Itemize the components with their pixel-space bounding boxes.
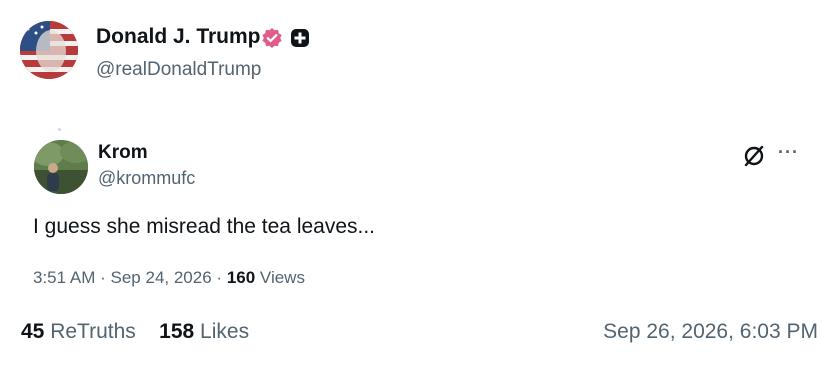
- reply-meta: 3:51 AM · Sep 24, 2026 · 160 Views: [33, 268, 305, 288]
- verified-badge-icon: [261, 27, 283, 49]
- post-stats: 45 ReTruths 158 Likes: [21, 320, 249, 344]
- divider-dot: [58, 128, 61, 131]
- more-options-icon[interactable]: ···: [778, 142, 799, 163]
- reply-avatar[interactable]: [34, 140, 88, 194]
- post-date[interactable]: Sep 26, 2026, 6:03 PM: [603, 320, 818, 344]
- no-sign-icon[interactable]: [741, 143, 767, 169]
- reply-date[interactable]: Sep 24, 2026: [111, 268, 212, 287]
- likes-label: Likes: [200, 320, 250, 343]
- author-name[interactable]: Donald J. Trump: [96, 25, 261, 49]
- retruths-label: ReTruths: [50, 320, 136, 343]
- plus-badge-icon: [290, 28, 310, 48]
- reply-avatar-image: [34, 140, 88, 194]
- author-avatar-image: [20, 21, 78, 79]
- views-count: 160: [226, 268, 256, 287]
- author-avatar[interactable]: [20, 21, 78, 79]
- meta-separator: ·: [100, 268, 106, 287]
- reply-time[interactable]: 3:51 AM: [33, 268, 95, 287]
- author-handle[interactable]: @realDonaldTrump: [96, 59, 261, 81]
- likes-stat[interactable]: 158 Likes: [159, 320, 249, 343]
- reply-text: I guess she misread the tea leaves...: [33, 215, 376, 238]
- views-label: Views: [259, 268, 305, 287]
- retruths-count: 45: [21, 320, 45, 343]
- likes-count: 158: [159, 320, 195, 343]
- meta-separator: ·: [216, 268, 223, 287]
- retruths-stat[interactable]: 45 ReTruths: [21, 320, 142, 343]
- reply-author-name[interactable]: Krom: [98, 142, 148, 164]
- reply-author-handle[interactable]: @krommufc: [98, 168, 195, 189]
